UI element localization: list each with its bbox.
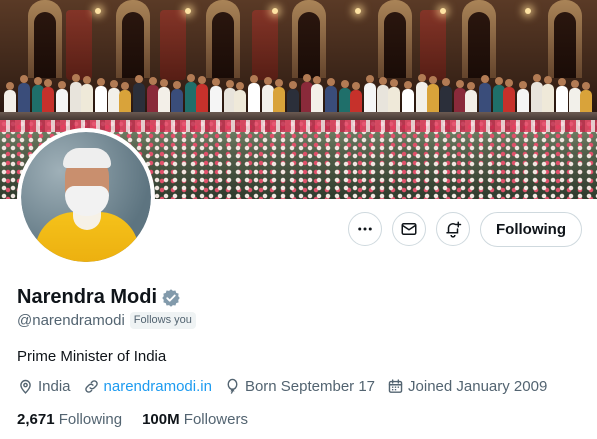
message-button[interactable] bbox=[392, 212, 426, 246]
banner-lamp bbox=[355, 8, 361, 14]
bell-plus-icon bbox=[446, 221, 462, 238]
following-stat[interactable]: 2,671 Following bbox=[17, 411, 122, 428]
follows-you-badge: Follows you bbox=[129, 312, 196, 329]
more-icon bbox=[358, 227, 372, 231]
followers-stat[interactable]: 100M Followers bbox=[142, 411, 248, 428]
banner-lamp bbox=[440, 8, 446, 14]
profile-meta: India narendramodi.in Born September 17 … bbox=[17, 378, 559, 395]
joined-text: Joined January 2009 bbox=[408, 378, 548, 395]
name-row: Narendra Modi bbox=[17, 286, 181, 309]
followers-label: Followers bbox=[183, 411, 248, 428]
joined-item: Joined January 2009 bbox=[387, 378, 547, 395]
profile-avatar[interactable] bbox=[17, 128, 155, 266]
website-item[interactable]: narendramodi.in bbox=[83, 378, 212, 395]
banner-lamp bbox=[95, 8, 101, 14]
display-name: Narendra Modi bbox=[17, 286, 158, 308]
birthday-item: Born September 17 bbox=[224, 378, 375, 395]
avatar-photo bbox=[21, 132, 151, 262]
profile-bio: Prime Minister of India bbox=[17, 348, 167, 365]
birthday-text: Born September 17 bbox=[244, 378, 376, 395]
following-button[interactable]: Following bbox=[480, 212, 582, 247]
notifications-button[interactable] bbox=[436, 212, 470, 246]
following-label: Following bbox=[58, 411, 123, 428]
banner-lamp bbox=[525, 8, 531, 14]
banner-lamp bbox=[185, 8, 191, 14]
username: @narendramodi bbox=[17, 312, 125, 329]
location-pin-icon bbox=[20, 379, 31, 394]
calendar-icon bbox=[388, 379, 403, 393]
balloon-icon bbox=[227, 378, 238, 394]
following-count: 2,671 bbox=[17, 411, 55, 428]
more-button[interactable] bbox=[348, 212, 382, 246]
follow-stats: 2,671 Following 100M Followers bbox=[17, 411, 268, 428]
banner-lamp bbox=[272, 8, 278, 14]
link-icon bbox=[84, 380, 98, 393]
followers-count: 100M bbox=[142, 411, 180, 428]
handle-row: @narendramodi Follows you bbox=[17, 312, 196, 329]
website-link[interactable]: narendramodi.in bbox=[104, 378, 212, 395]
location-text: India bbox=[38, 378, 71, 395]
mail-icon bbox=[401, 223, 417, 235]
verified-badge-icon[interactable] bbox=[161, 288, 181, 308]
avatar-hair bbox=[63, 148, 111, 168]
location-item: India bbox=[17, 378, 71, 395]
